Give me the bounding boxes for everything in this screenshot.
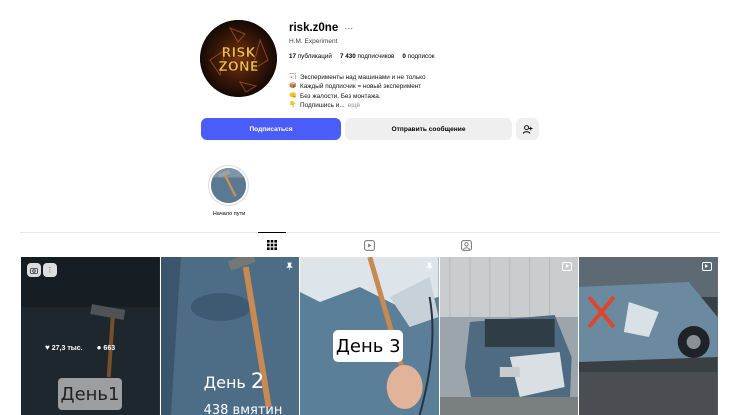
followers-count-stat[interactable]: 7 430 подписчиков: [340, 53, 394, 60]
post-tile[interactable]: День 2 438 вмятин: [160, 257, 300, 415]
post-tile[interactable]: [439, 257, 579, 415]
bio-line: 👇 Подпишись и... ещё: [289, 101, 361, 110]
svg-text:RISK: RISK: [221, 46, 256, 61]
post-caption-text: День 2: [203, 369, 265, 393]
pin-icon: [286, 262, 294, 271]
heart-icon: ♥: [45, 343, 50, 352]
likes-count: 27,3 тыс.: [51, 345, 83, 352]
more-options-icon[interactable]: ···: [344, 24, 353, 33]
more-vertical-icon[interactable]: ⋮: [43, 263, 57, 277]
post-subcaption-text: 438 вмятин: [203, 403, 283, 415]
reels-icon: [363, 239, 375, 251]
svg-text:ZONE: ZONE: [218, 60, 258, 75]
bio-more-link[interactable]: ещё: [348, 101, 360, 110]
post-tile[interactable]: ⋮ ♥ 27,3 тыс. ● 663 День1: [21, 257, 160, 415]
profile-stats: 17 публикаций 7 430 подписчиков 0 подпис…: [289, 53, 549, 60]
suggested-accounts-button[interactable]: [516, 118, 539, 140]
post-hover-stats: ♥ 27,3 тыс. ● 663: [45, 343, 115, 352]
add-person-icon: [522, 124, 533, 134]
bio-line: 🏹 Эксперименты над машинами и не только: [289, 74, 426, 81]
bio-line: 📦 Каждый подписчик = новый эксперимент: [289, 83, 422, 91]
profile-avatar[interactable]: RISK ZONE: [200, 20, 277, 97]
post-image: [579, 257, 718, 415]
profile-info: risk.z0ne ··· H.M. Experiment 17 публика…: [289, 21, 549, 110]
posts-count-stat[interactable]: 17 публикаций: [289, 53, 332, 60]
tab-tagged[interactable]: [459, 238, 473, 252]
reel-indicator-icon: [701, 262, 712, 271]
box-emoji-icon: 📦: [289, 83, 297, 90]
profile-bio: 🏹 Эксперименты над машинами и не только 📦…: [289, 73, 549, 110]
profile-username: risk.z0ne: [289, 22, 339, 34]
posts-grid: ⋮ ♥ 27,3 тыс. ● 663 День1 День 2 438 вмяти…: [21, 257, 718, 415]
send-message-button[interactable]: Отправить сообщение: [345, 118, 512, 140]
post-tile[interactable]: [579, 257, 718, 415]
avatar-logo-image: RISK ZONE: [200, 20, 277, 97]
tabs-divider: [20, 232, 720, 233]
comments-count: 663: [103, 345, 116, 352]
follow-button[interactable]: Подписаться: [201, 118, 341, 140]
bow-emoji-icon: 🏹: [289, 74, 297, 80]
post-tile[interactable]: День 3: [300, 257, 439, 415]
highlight-label: Начало пути: [212, 211, 246, 217]
fist-emoji-icon: 👊: [289, 92, 297, 99]
tab-reels[interactable]: [362, 238, 376, 252]
camera-icon[interactable]: [27, 263, 41, 277]
post-caption-text: День1: [58, 378, 122, 410]
tagged-icon: [460, 239, 472, 251]
story-highlight[interactable]: Начало пути: [208, 165, 250, 217]
pin-icon: [425, 262, 433, 271]
comment-icon: ●: [96, 343, 102, 352]
reel-indicator-icon: [562, 262, 573, 271]
tab-posts[interactable]: [265, 238, 279, 252]
bio-line: 👊 Без жалости. Без монтажа.: [289, 92, 381, 100]
following-count-stat[interactable]: 0 подписок: [402, 53, 434, 60]
post-caption-text: День 3: [333, 330, 404, 362]
grid-icon: [267, 240, 277, 250]
post-image: [439, 257, 579, 415]
point-down-emoji-icon: 👇: [289, 101, 297, 108]
active-tab-indicator: [258, 232, 286, 233]
highlight-cover-image: [211, 168, 246, 203]
profile-fullname: H.M. Experiment: [289, 38, 338, 45]
